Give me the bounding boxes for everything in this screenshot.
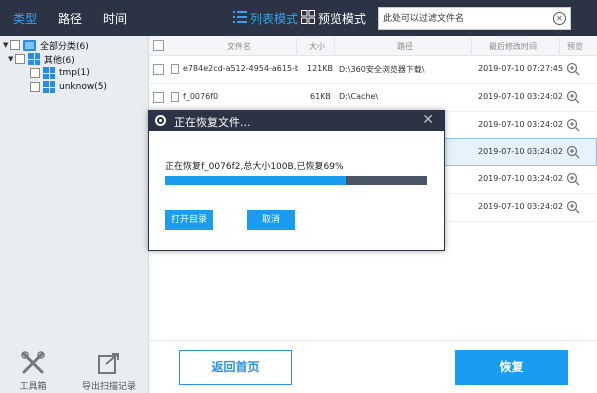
list-view-icon: [233, 11, 247, 23]
progress-message: 正在恢复f_0076f2,总大小100B,已恢复69%: [165, 162, 344, 172]
tools-panel: 工具箱 导出扫描记录: [0, 340, 149, 393]
tab-path[interactable]: 路径: [58, 10, 82, 27]
tree-item-unknow[interactable]: unknow(5): [30, 80, 107, 94]
cell-path: D:\360安全浏览器下载\: [339, 65, 425, 74]
progress-bar: [165, 176, 427, 185]
file-table-header: 文件名 大小 路径 最后修改时间 预览: [149, 36, 597, 56]
tree-checkbox[interactable]: [30, 82, 40, 92]
cell-modified: 2019-07-10 03:24:02: [478, 147, 563, 156]
tab-type[interactable]: 类型: [13, 10, 37, 27]
cell-modified: 2019-07-10 03:24:02: [478, 92, 563, 101]
tree-checkbox[interactable]: [15, 54, 25, 64]
row-checkbox[interactable]: [153, 64, 164, 75]
cell-modified: 2019-07-10 07:27:45: [478, 64, 563, 73]
preview-magnifier-icon[interactable]: [566, 172, 580, 186]
preview-magnifier-icon[interactable]: [566, 62, 580, 76]
preview-magnifier-icon[interactable]: [566, 90, 580, 104]
recover-button[interactable]: 恢复: [455, 350, 568, 385]
toolbox-icon: [21, 351, 45, 374]
tree-item-all[interactable]: ▼ 全部分类(6): [3, 38, 89, 52]
cell-modified: 2019-07-10 03:24:02: [478, 174, 563, 183]
preview-magnifier-icon[interactable]: [566, 118, 580, 132]
column-header-preview: 预览: [567, 42, 583, 51]
cell-modified: 2019-07-10 03:24:02: [478, 120, 563, 129]
select-all-checkbox[interactable]: [153, 40, 164, 51]
dialog-title: 正在恢复文件...: [174, 116, 251, 129]
progress-bar-fill: [165, 176, 346, 185]
cell-path: D:\Cache\: [339, 92, 379, 101]
recovery-progress-dialog: 正在恢复文件... ✕ 正在恢复f_0076f2,总大小100B,已恢复69% …: [148, 110, 445, 251]
row-checkbox[interactable]: [153, 92, 164, 103]
column-header-path[interactable]: 路径: [397, 41, 413, 52]
monitor-icon: [23, 39, 36, 51]
cell-size: 121KB: [307, 64, 334, 73]
spinner-icon: [155, 115, 166, 126]
grid-icon: [43, 81, 55, 93]
collapse-arrow-icon[interactable]: ▼: [3, 41, 10, 49]
cell-modified: 2019-07-10 03:24:02: [478, 202, 563, 211]
grid-icon: [43, 67, 55, 79]
tab-time[interactable]: 时间: [103, 10, 127, 27]
export-label: 导出扫描记录: [81, 382, 136, 392]
close-icon[interactable]: ✕: [422, 112, 434, 128]
cell-size: 61KB: [310, 92, 331, 101]
tree-label: 其他(6): [44, 55, 75, 66]
preview-grid-icon: [301, 10, 315, 24]
preview-mode-button[interactable]: 预览模式: [318, 10, 366, 27]
category-sidebar: ▼ 全部分类(6) ▼ 其他(6) tmp(1) unknow(5): [0, 36, 149, 340]
tree-checkbox[interactable]: [10, 40, 20, 50]
table-row[interactable]: f_0076f0 61KB D:\Cache\ 2019-07-10 03:24…: [149, 84, 597, 112]
table-row[interactable]: e784e2cd-a512-4954-a615-b646 121KB D:\36…: [149, 56, 597, 84]
back-home-button[interactable]: 返回首页: [179, 350, 292, 385]
clear-search-icon[interactable]: ✕: [553, 12, 566, 25]
search-input[interactable]: [383, 10, 548, 27]
tree-label: unknow(5): [59, 82, 107, 92]
toolbox-button[interactable]: 工具箱: [14, 350, 52, 392]
file-icon: [171, 92, 179, 102]
cell-filename: e784e2cd-a512-4954-a615-b646: [183, 64, 298, 73]
cell-filename: f_0076f0: [183, 92, 219, 101]
open-directory-button[interactable]: 打开目录: [165, 210, 213, 230]
export-records-button[interactable]: 导出扫描记录: [76, 350, 142, 392]
cancel-button[interactable]: 取消: [247, 210, 295, 230]
list-mode-button[interactable]: 列表模式: [250, 10, 298, 27]
column-header-size[interactable]: 大小: [309, 41, 325, 52]
tree-label: tmp(1): [59, 68, 90, 78]
preview-magnifier-icon[interactable]: [566, 145, 580, 159]
tree-item-other[interactable]: ▼ 其他(6): [8, 52, 75, 66]
column-header-modified[interactable]: 最后修改时间: [489, 41, 537, 52]
toolbox-label: 工具箱: [19, 382, 47, 392]
column-header-name[interactable]: 文件名: [227, 41, 251, 52]
tree-checkbox[interactable]: [30, 68, 40, 78]
tree-item-tmp[interactable]: tmp(1): [30, 66, 90, 80]
action-bar: 返回首页 恢复: [149, 340, 597, 393]
dialog-titlebar[interactable]: 正在恢复文件... ✕: [149, 111, 444, 131]
search-box: ✕: [378, 7, 571, 30]
top-bar: 类型 路径 时间 列表模式 预览模式 ✕: [0, 0, 597, 36]
tree-label: 全部分类(6): [40, 41, 89, 52]
export-icon: [98, 353, 119, 374]
collapse-arrow-icon[interactable]: ▼: [8, 55, 15, 63]
file-icon: [171, 64, 179, 74]
grid-icon: [28, 53, 40, 65]
preview-magnifier-icon[interactable]: [566, 200, 580, 214]
